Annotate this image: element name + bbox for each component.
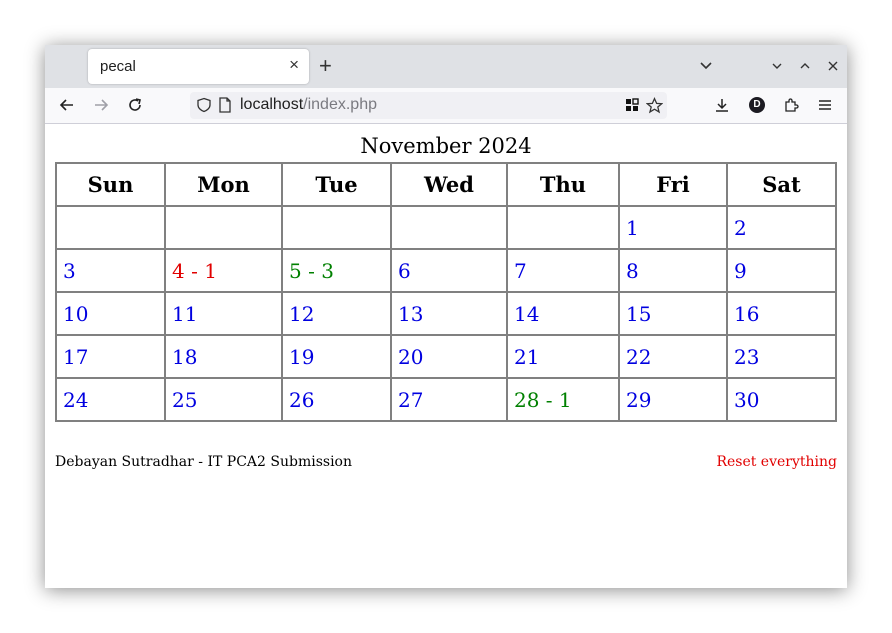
- calendar-week-row: 12: [55, 205, 837, 250]
- calendar-day-cell[interactable]: 10: [55, 291, 166, 336]
- weekday-header-row: Sun Mon Tue Wed Thu Fri Sat: [55, 162, 837, 207]
- url-host: localhost: [240, 96, 304, 113]
- extensions-grid-icon[interactable]: [625, 98, 640, 113]
- calendar-body: 1234 - 15 - 3 6 7 8 9 10 11 12 13 14 15 16 17 18 19 20 2…: [55, 205, 837, 422]
- calendar-day-cell[interactable]: 4 - 1: [164, 248, 283, 293]
- browser-window: pecal × + localhost/index.php D November…: [45, 45, 847, 588]
- weekday-header: Thu: [506, 162, 620, 207]
- calendar-empty-cell: [164, 205, 283, 250]
- calendar-empty-cell: [55, 205, 166, 250]
- calendar-week-row: 10 11 12 13 14 15 16: [55, 291, 837, 336]
- bookmark-star-icon[interactable]: [646, 97, 663, 114]
- profile-avatar[interactable]: D: [749, 97, 765, 113]
- url-path: /index.php: [303, 96, 377, 113]
- calendar-day-cell[interactable]: 2: [726, 205, 837, 250]
- extensions-puzzle-icon[interactable]: [783, 97, 799, 113]
- tab-title: pecal: [100, 58, 136, 75]
- calendar-empty-cell: [390, 205, 508, 250]
- calendar-day-cell[interactable]: 7: [506, 248, 620, 293]
- calendar-day-cell[interactable]: 27: [390, 377, 508, 422]
- weekday-header: Mon: [164, 162, 283, 207]
- weekday-header: Fri: [618, 162, 728, 207]
- weekday-header: Sat: [726, 162, 837, 207]
- calendar-day-cell[interactable]: 19: [281, 334, 392, 379]
- calendar-day-cell[interactable]: 17: [55, 334, 166, 379]
- calendar-day-cell[interactable]: 16: [726, 291, 837, 336]
- weekday-header: Sun: [55, 162, 166, 207]
- nav-toolbar: localhost/index.php D: [45, 88, 847, 124]
- calendar-day-cell[interactable]: 26: [281, 377, 392, 422]
- download-icon[interactable]: [714, 97, 730, 113]
- tab-close-icon[interactable]: ×: [289, 56, 299, 74]
- menu-icon[interactable]: [817, 97, 833, 113]
- calendar-day-cell[interactable]: 21: [506, 334, 620, 379]
- calendar-day-cell[interactable]: 28 - 1: [506, 377, 620, 422]
- calendar-day-cell[interactable]: 6: [390, 248, 508, 293]
- credit-text: Debayan Sutradhar - IT PCA2 Submission: [55, 454, 352, 470]
- calendar-day-cell[interactable]: 3: [55, 248, 166, 293]
- list-all-tabs-icon[interactable]: [698, 58, 714, 74]
- calendar-title: November 2024: [360, 134, 532, 158]
- reload-icon[interactable]: [127, 97, 143, 113]
- new-tab-button[interactable]: +: [319, 55, 332, 77]
- calendar-day-cell[interactable]: 9: [726, 248, 837, 293]
- calendar-week-row: 17 18 19 20 21 22 23: [55, 334, 837, 379]
- minimize-icon[interactable]: [769, 58, 785, 74]
- calendar-day-cell[interactable]: 14: [506, 291, 620, 336]
- back-icon[interactable]: [59, 97, 75, 113]
- tab-bar: pecal × +: [45, 45, 847, 88]
- weekday-header: Tue: [281, 162, 392, 207]
- calendar-day-cell[interactable]: 11: [164, 291, 283, 336]
- reset-link[interactable]: Reset everything: [716, 454, 837, 470]
- tab-pecal[interactable]: pecal ×: [88, 49, 309, 84]
- calendar-day-cell[interactable]: 12: [281, 291, 392, 336]
- calendar-week-row: 24 25 26 27 28 - 1 29 30: [55, 377, 837, 422]
- calendar-day-cell[interactable]: 24: [55, 377, 166, 422]
- maximize-icon[interactable]: [797, 58, 813, 74]
- calendar-day-cell[interactable]: 29: [618, 377, 728, 422]
- shield-icon[interactable]: [196, 97, 212, 113]
- calendar-table: Sun Mon Tue Wed Thu Fri Sat 1234 - 15 - 367891…: [55, 162, 837, 422]
- calendar-day-cell[interactable]: 15: [618, 291, 728, 336]
- window-close-icon[interactable]: [825, 58, 841, 74]
- calendar-day-cell[interactable]: 1: [618, 205, 728, 250]
- page-content: November 2024 Sun Mon Tue Wed Thu Fri Sat 1234…: [45, 124, 847, 588]
- calendar-day-cell[interactable]: 20: [390, 334, 508, 379]
- forward-icon[interactable]: [93, 97, 109, 113]
- calendar-day-cell[interactable]: 23: [726, 334, 837, 379]
- calendar-day-cell[interactable]: 8: [618, 248, 728, 293]
- calendar-day-cell[interactable]: 18: [164, 334, 283, 379]
- calendar-day-cell[interactable]: 30: [726, 377, 837, 422]
- calendar-week-row: 34 - 15 - 36789: [55, 248, 837, 293]
- calendar-empty-cell: [506, 205, 620, 250]
- calendar-day-cell[interactable]: 25: [164, 377, 283, 422]
- url-text[interactable]: localhost/index.php: [240, 96, 377, 114]
- url-bar[interactable]: localhost/index.php: [190, 92, 667, 119]
- calendar-day-cell[interactable]: 22: [618, 334, 728, 379]
- weekday-header: Wed: [390, 162, 508, 207]
- calendar-day-cell[interactable]: 13: [390, 291, 508, 336]
- calendar-day-cell[interactable]: 5 - 3: [281, 248, 392, 293]
- page-icon: [219, 97, 231, 113]
- calendar-empty-cell: [281, 205, 392, 250]
